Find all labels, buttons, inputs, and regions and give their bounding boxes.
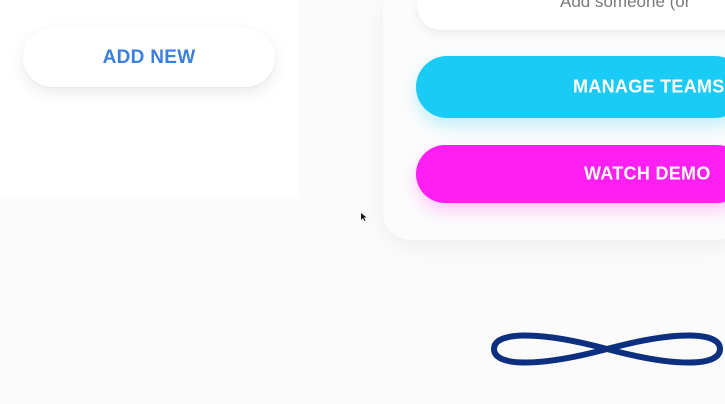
add-member-placeholder: Add someone (or — [560, 0, 691, 11]
add-member-input[interactable]: Add someone (or — [417, 0, 725, 30]
manage-teams-label: MANAGE TEAMS — [573, 76, 725, 97]
manage-teams-button[interactable]: MANAGE TEAMS — [416, 56, 725, 118]
add-new-button[interactable]: ADD NEW — [23, 28, 275, 87]
mouse-cursor-icon — [361, 213, 367, 221]
screen: ADD NEW Add someone (or MANAGE TEAMS WAT… — [0, 0, 725, 404]
watch-demo-button[interactable]: WATCH DEMO — [416, 145, 725, 203]
team-actions-card — [383, 0, 725, 240]
infinity-loader-icon — [491, 332, 723, 366]
left-panel: ADD NEW — [0, 0, 298, 196]
watch-demo-label: WATCH DEMO — [584, 163, 711, 184]
